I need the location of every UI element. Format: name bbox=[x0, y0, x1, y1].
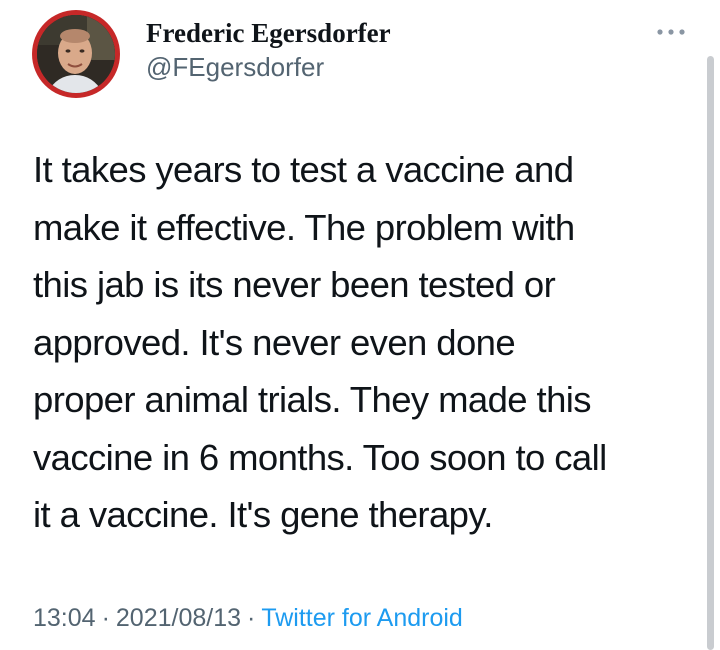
meta-separator: · bbox=[247, 604, 256, 632]
tweet-date[interactable]: 2021/08/13 bbox=[116, 604, 241, 632]
meta-separator: · bbox=[101, 604, 110, 632]
avatar-photo bbox=[37, 15, 115, 93]
display-name[interactable]: Frederic Egersdorfer bbox=[146, 16, 391, 50]
avatar[interactable] bbox=[32, 10, 120, 98]
scrollbar[interactable] bbox=[707, 56, 714, 650]
tweet-text: It takes years to test a vaccine and mak… bbox=[33, 149, 607, 535]
user-handle[interactable]: @FEgersdorfer bbox=[146, 50, 324, 84]
tweet-card: Frederic Egersdorfer @FEgersdorfer It ta… bbox=[0, 0, 720, 650]
tweet-time[interactable]: 13:04 bbox=[33, 604, 96, 632]
profile-photo-icon bbox=[37, 15, 115, 93]
more-options-button[interactable] bbox=[654, 22, 688, 42]
tweet-source-link[interactable]: Twitter for Android bbox=[261, 604, 462, 632]
tweet-metadata: 13:04 · 2021/08/13 · Twitter for Android bbox=[33, 601, 463, 635]
more-dots-icon bbox=[657, 29, 685, 35]
